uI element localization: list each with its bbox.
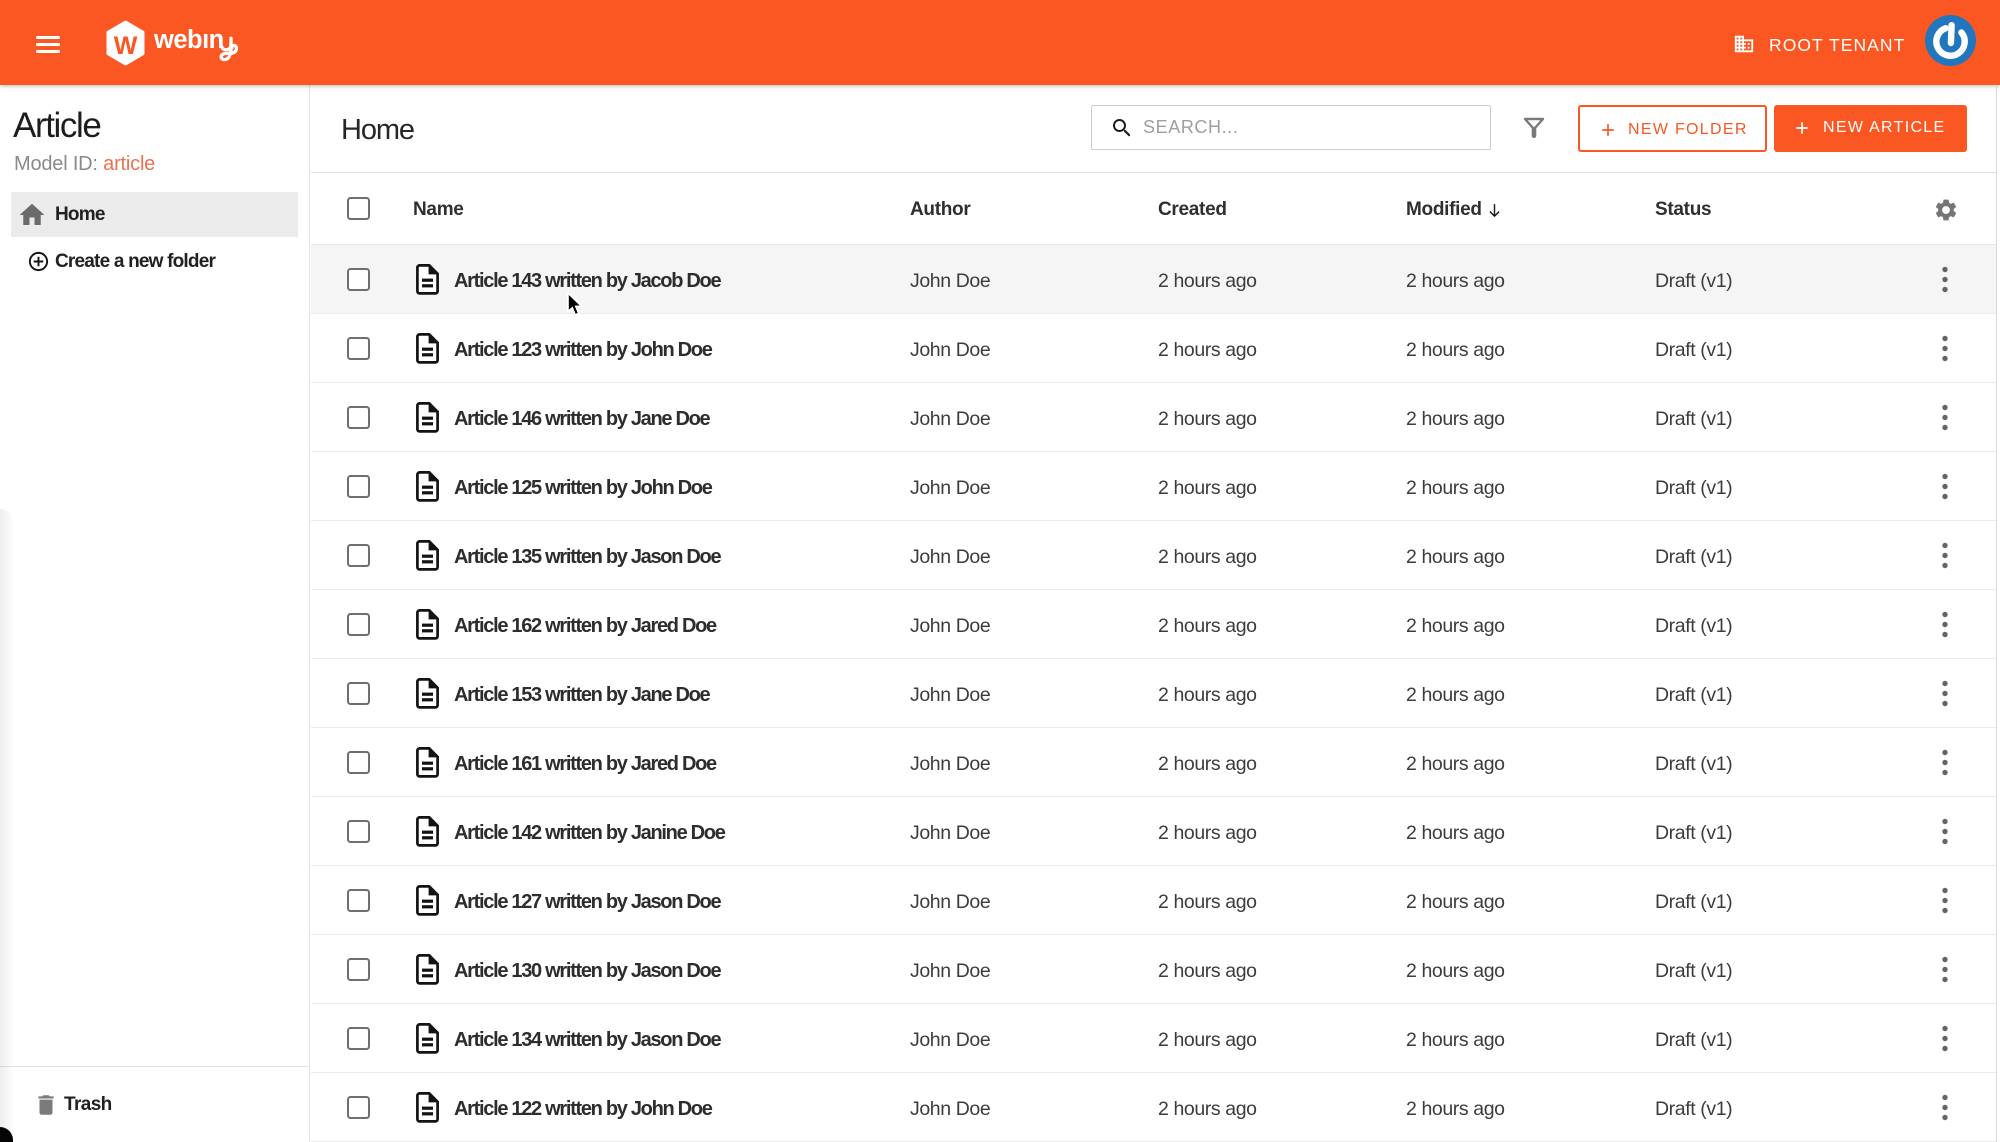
svg-text:W: W — [114, 32, 138, 60]
